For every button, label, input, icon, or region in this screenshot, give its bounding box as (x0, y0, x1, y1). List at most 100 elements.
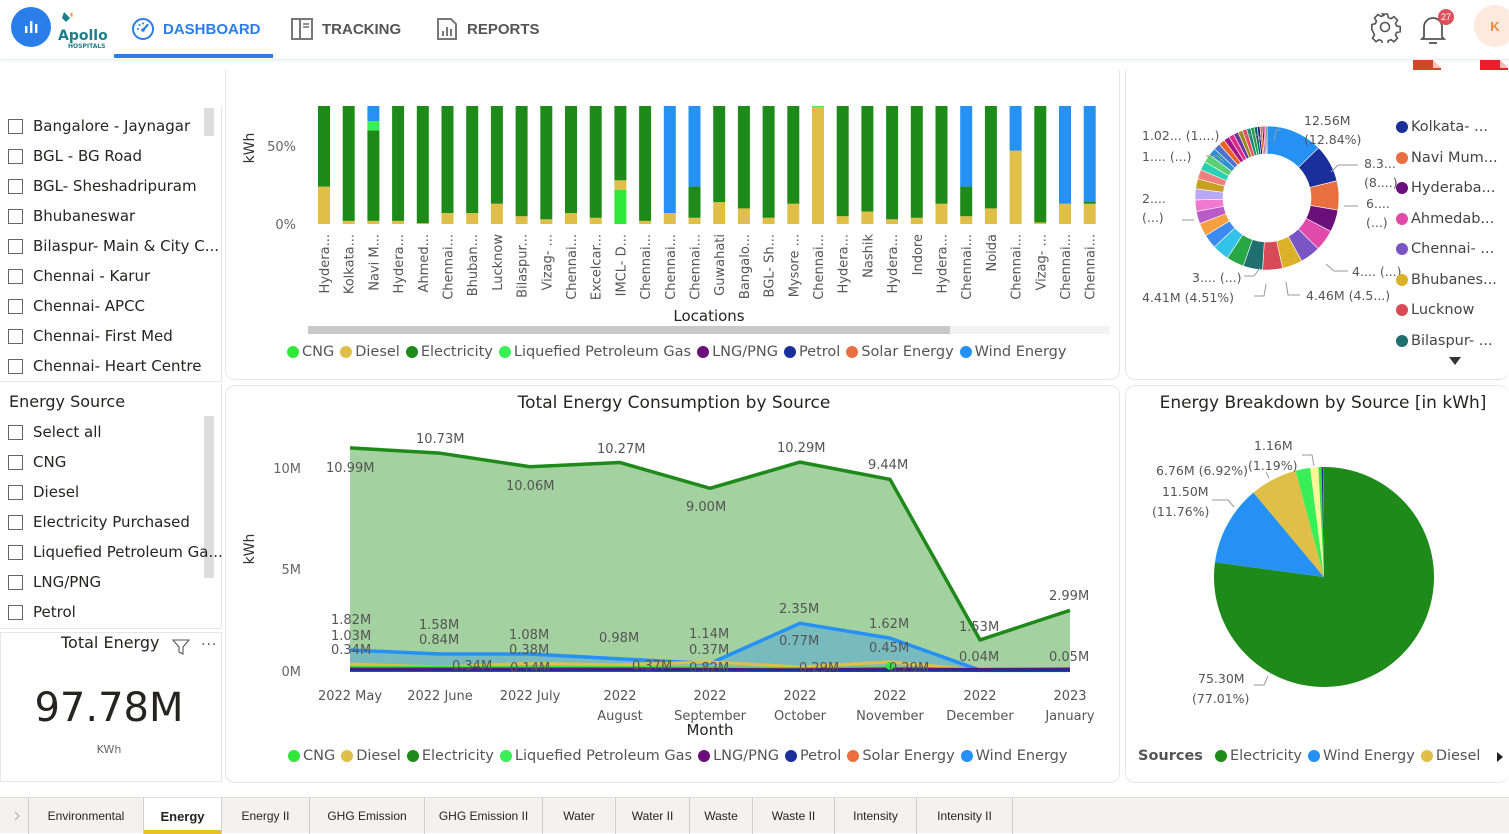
bar-segment[interactable] (762, 70, 775, 218)
bar-segment[interactable] (787, 203, 800, 224)
bar-segment[interactable] (441, 213, 454, 224)
location-slicer-item[interactable]: BGL- Sheshadripuram (8, 177, 197, 195)
more-options-button[interactable]: ... (201, 633, 217, 649)
donut-legend-item[interactable]: Chennai- ... (1396, 234, 1498, 265)
checkbox[interactable] (8, 178, 23, 194)
bar-segment[interactable] (392, 70, 405, 221)
legend-item[interactable]: Petrol (784, 748, 841, 764)
energy-source-slicer-item[interactable]: Diesel (8, 483, 79, 501)
checkbox[interactable] (8, 118, 23, 134)
bar-segment[interactable] (614, 180, 627, 190)
legend-item[interactable]: LNG/PNG (698, 748, 779, 764)
checkbox[interactable] (8, 328, 23, 344)
page-tab-energy-ii[interactable]: Energy II (222, 798, 310, 834)
page-tab-intensity-ii[interactable]: Intensity II (917, 798, 1013, 834)
bar-segment[interactable] (663, 213, 676, 224)
horizontal-scrollbar-track[interactable] (308, 326, 1110, 334)
checkbox[interactable] (8, 298, 23, 314)
energy-source-slicer-item[interactable]: Electricity Purchased (8, 513, 190, 531)
checkbox[interactable] (8, 148, 23, 164)
bar-segment[interactable] (490, 70, 503, 204)
bar-segment[interactable] (342, 70, 355, 221)
bar-segment[interactable] (1034, 222, 1047, 224)
donut-legend-item[interactable]: Navi Mum... (1396, 143, 1498, 174)
page-tab-water[interactable]: Water (543, 798, 616, 834)
bar-segment[interactable] (367, 220, 380, 224)
bar-segment[interactable] (392, 220, 405, 224)
checkbox[interactable] (8, 424, 23, 440)
bar-segment[interactable] (836, 70, 849, 217)
donut-legend-item[interactable]: Kolkata- ... (1396, 112, 1498, 143)
checkbox[interactable] (8, 544, 23, 560)
bar-segment[interactable] (787, 70, 800, 204)
legend-scroll-down-icon[interactable] (1448, 356, 1462, 366)
bar-segment[interactable] (367, 121, 380, 131)
bar-segment[interactable] (565, 213, 577, 224)
bar-segment[interactable] (441, 70, 454, 214)
bar-segment[interactable] (367, 70, 380, 122)
bar-segment[interactable] (812, 70, 824, 107)
bar-segment[interactable] (1059, 203, 1071, 224)
checkbox[interactable] (8, 238, 23, 254)
bar-segment[interactable] (614, 70, 627, 181)
bar-segment[interactable] (861, 211, 874, 224)
bar-segment[interactable] (589, 70, 602, 218)
notifications-button[interactable]: 27 (1418, 9, 1454, 46)
location-slicer-item[interactable]: Bilaspur- Main & City C... (8, 237, 219, 255)
bar-segment[interactable] (1083, 70, 1096, 202)
bar-segment[interactable] (1083, 201, 1096, 204)
bar-segment[interactable] (762, 217, 775, 224)
checkbox[interactable] (8, 358, 23, 374)
legend-item[interactable]: CNG (288, 748, 335, 764)
donut-legend-item[interactable]: Ahmedab... (1396, 204, 1498, 235)
app-logo-button[interactable] (11, 7, 51, 47)
bar-segment[interactable] (910, 217, 923, 224)
bar-segment[interactable] (318, 186, 330, 224)
bar-segment[interactable] (1009, 150, 1022, 224)
bar-segment[interactable] (565, 70, 577, 214)
location-slicer-item[interactable]: Chennai- APCC (8, 297, 145, 315)
page-tab-ghg-emission-ii[interactable]: GHG Emission II (425, 798, 543, 834)
bar-segment[interactable] (515, 70, 528, 217)
legend-item[interactable]: CNG (287, 344, 334, 360)
legend-item[interactable]: Wind Energy (959, 344, 1066, 360)
bar-segment[interactable] (737, 70, 750, 209)
bar-segment[interactable] (416, 223, 429, 224)
bar-segment[interactable] (812, 107, 824, 224)
bar-segment[interactable] (713, 70, 726, 203)
page-tab-waste[interactable]: Waste (690, 798, 753, 834)
bar-segment[interactable] (540, 70, 553, 220)
checkbox[interactable] (8, 268, 23, 284)
bar-segment[interactable] (960, 70, 973, 187)
bar-segment[interactable] (515, 216, 528, 224)
bar-segment[interactable] (1009, 70, 1022, 151)
location-slicer-item[interactable]: BGL - BG Road (8, 147, 142, 165)
legend-item[interactable]: Diesel (341, 748, 401, 764)
bar-segment[interactable] (367, 130, 380, 221)
legend-item[interactable]: Electricity (1214, 748, 1302, 764)
bar-segment[interactable] (688, 217, 701, 224)
bar-segment[interactable] (466, 213, 479, 224)
page-tab-waste-ii[interactable]: Waste II (753, 798, 835, 834)
nav-tab-tracking[interactable]: TRACKING (290, 0, 401, 58)
legend-item[interactable]: LNG/PNG (697, 344, 778, 360)
energy-source-slicer-item[interactable]: Petrol (8, 603, 76, 621)
bar-segment[interactable] (836, 216, 849, 224)
page-tab-ghg-emission[interactable]: GHG Emission (310, 798, 425, 834)
tabs-scroll-left-icon[interactable] (14, 811, 20, 821)
bar-segment[interactable] (960, 216, 973, 224)
donut-legend-item[interactable]: Hyderaba... (1396, 173, 1498, 204)
bar-segment[interactable] (416, 70, 429, 224)
legend-item[interactable]: Wind Energy (1307, 748, 1415, 764)
legend-item[interactable]: Diesel (340, 344, 400, 360)
location-slicer-item[interactable]: Bangalore - Jaynagar (8, 117, 190, 135)
checkbox[interactable] (8, 604, 23, 620)
bar-segment[interactable] (342, 220, 355, 224)
user-avatar[interactable]: K (1474, 5, 1509, 47)
bar-segment[interactable] (540, 219, 553, 224)
bar-segment[interactable] (713, 202, 726, 224)
bar-segment[interactable] (589, 217, 602, 224)
bar-segment[interactable] (1083, 203, 1096, 224)
energy-source-slicer-item[interactable]: Select all (8, 423, 102, 441)
checkbox[interactable] (8, 574, 23, 590)
